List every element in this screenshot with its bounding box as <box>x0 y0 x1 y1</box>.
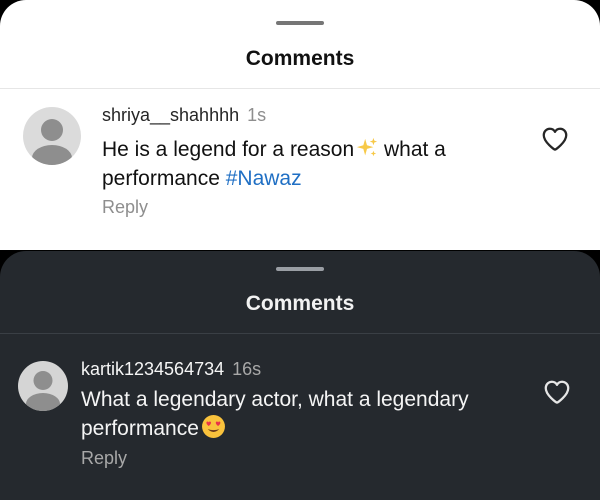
drag-handle[interactable] <box>276 21 324 25</box>
avatar-body-shape <box>26 393 60 411</box>
timestamp: 16s <box>232 359 262 379</box>
avatar-head-shape <box>41 119 63 141</box>
avatar-body-shape <box>32 145 72 165</box>
sheet-title: Comments <box>245 292 355 315</box>
reply-button[interactable]: Reply <box>81 448 127 469</box>
avatar[interactable] <box>18 361 68 411</box>
heart-icon[interactable] <box>542 377 572 407</box>
username[interactable]: shriya__shahhhh <box>102 105 239 125</box>
divider <box>0 333 600 334</box>
avatar[interactable] <box>23 107 81 165</box>
drag-handle[interactable] <box>276 267 324 271</box>
comment-text-part1: What a legendary actor, what a legendary <box>81 388 469 411</box>
comment-meta: shriya__shahhhh 1s <box>102 105 266 126</box>
comments-sheet-light: Comments shriya__shahhhh 1s He is a legen… <box>0 0 600 250</box>
divider <box>0 88 600 89</box>
heart-icon[interactable] <box>540 124 570 154</box>
heart-eyes-emoji-icon <box>201 415 225 438</box>
comment-meta: kartik1234564734 16s <box>81 359 261 380</box>
hashtag-link[interactable]: #Nawaz <box>226 167 302 190</box>
comment-text-part2: what a <box>378 138 446 161</box>
timestamp: 1s <box>247 105 267 125</box>
comment-text-part1: He is a legend for a reason <box>102 138 355 161</box>
reply-button[interactable]: Reply <box>102 197 148 218</box>
username[interactable]: kartik1234564734 <box>81 359 224 379</box>
avatar-head-shape <box>33 371 53 390</box>
comment-text-part3: performance <box>102 167 226 190</box>
comment-text: What a legendary actor, what a legendary… <box>81 385 511 443</box>
comment-text: He is a legend for a reason what a perfo… <box>102 135 522 193</box>
comments-sheet-dark: Comments kartik1234564734 16s What a lege… <box>0 251 600 500</box>
comment-text-part2: performance <box>81 417 199 440</box>
sparkles-icon <box>357 137 378 157</box>
sheet-title: Comments <box>245 47 355 70</box>
